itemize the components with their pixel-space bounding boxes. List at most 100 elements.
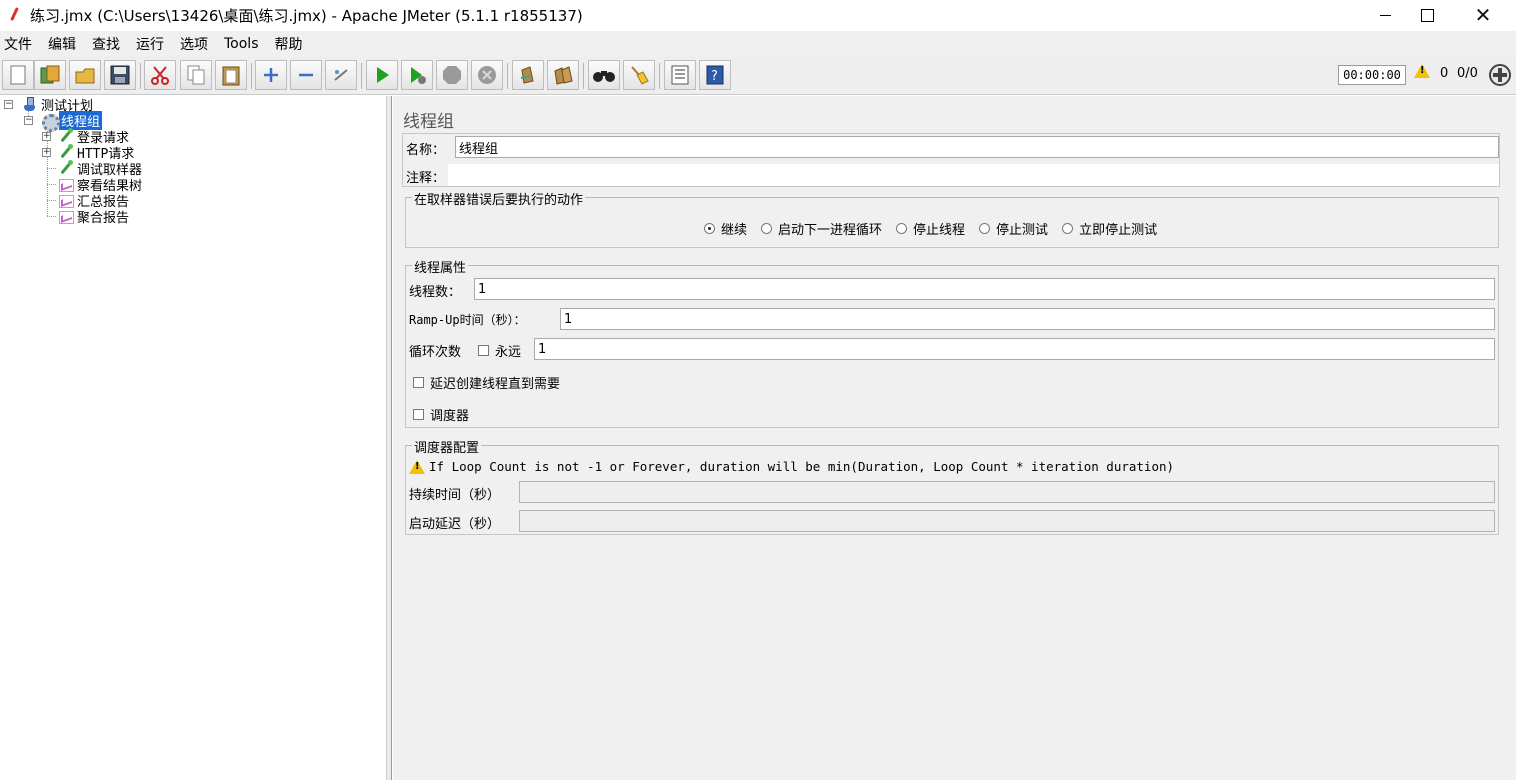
tree-expand-toggle[interactable]: + — [42, 132, 51, 141]
threads-input[interactable]: 1 — [474, 278, 1495, 300]
remote-engines-icon[interactable] — [1489, 64, 1511, 86]
radio-indicator — [896, 223, 908, 234]
start-button[interactable] — [366, 60, 398, 90]
menu-search[interactable]: 查找 — [91, 34, 127, 54]
binoculars-icon — [593, 71, 615, 82]
radio-continue[interactable]: 继续 — [704, 219, 747, 238]
toolbar-separator — [361, 63, 362, 89]
list-icon — [671, 65, 689, 85]
delay-thread-creation-checkbox[interactable]: 延迟创建线程直到需要 — [413, 373, 560, 392]
toolbar-separator — [507, 63, 508, 89]
function-helper-button[interactable] — [664, 60, 696, 90]
stop-button[interactable] — [436, 60, 468, 90]
svg-text:?: ? — [711, 69, 718, 84]
templates-button[interactable] — [34, 60, 66, 90]
tree-node-listener[interactable]: 聚合报告 — [58, 208, 130, 226]
help-button[interactable]: ? — [699, 60, 731, 90]
copy-icon — [187, 65, 205, 85]
menu-file[interactable]: 文件 — [3, 34, 39, 54]
name-input[interactable]: 线程组 — [455, 136, 1499, 158]
jmeter-feather-icon — [8, 7, 22, 23]
toolbar-separator — [583, 63, 584, 89]
toolbar-separator — [251, 63, 252, 89]
pane-splitter[interactable] — [386, 96, 392, 780]
tree-label: 聚合报告 — [77, 210, 130, 226]
tree-expand-toggle[interactable]: + — [42, 148, 51, 157]
tree-collapse-toggle[interactable]: − — [24, 116, 33, 125]
listener-chart-icon — [58, 176, 74, 192]
start-no-pause-icon — [411, 67, 426, 84]
duration-label: 持续时间（秒） — [409, 488, 501, 503]
menu-options[interactable]: 选项 — [179, 34, 215, 54]
test-plan-tree[interactable]: − 测试计划 − 线程组 + 登录请求 + HTTP请求 调试取样器 察看结果树… — [0, 96, 386, 780]
expand-icon — [264, 68, 278, 82]
copy-button[interactable] — [180, 60, 212, 90]
toolbar-separator — [659, 63, 660, 89]
close-button[interactable]: ✕ — [1460, 0, 1506, 30]
maximize-button[interactable] — [1404, 0, 1450, 30]
tree-connector — [47, 216, 56, 217]
collapse-all-button[interactable] — [290, 60, 322, 90]
tree-connector — [47, 200, 56, 201]
tree-collapse-toggle[interactable]: − — [4, 100, 13, 109]
sampler-pipette-icon — [58, 160, 74, 176]
collapse-icon — [299, 73, 313, 77]
radio-label: 启动下一进程循环 — [778, 223, 883, 238]
menu-tools[interactable]: Tools — [223, 36, 266, 52]
menu-run[interactable]: 运行 — [135, 34, 171, 54]
startup-delay-input[interactable] — [519, 510, 1495, 532]
loop-count-input[interactable]: 1 — [534, 338, 1495, 360]
broom-icon — [631, 66, 649, 85]
loop-count-label: 循环次数 — [409, 345, 462, 360]
reset-search-button[interactable] — [623, 60, 655, 90]
radio-label: 停止测试 — [996, 223, 1049, 238]
warning-count: 0 — [1440, 66, 1449, 81]
toggle-button[interactable] — [325, 60, 357, 90]
shutdown-button[interactable] — [471, 60, 503, 90]
start-no-pause-button[interactable] — [401, 60, 433, 90]
radio-indicator — [1062, 223, 1074, 234]
radio-label: 停止线程 — [913, 223, 966, 238]
rampup-input[interactable]: 1 — [560, 308, 1495, 330]
radio-label: 继续 — [721, 223, 748, 238]
checkbox-box — [478, 345, 489, 356]
warning-icon — [409, 459, 425, 474]
templates-icon — [40, 65, 60, 84]
cut-button[interactable] — [144, 60, 176, 90]
shutdown-icon — [478, 66, 496, 84]
name-label: 名称： — [406, 143, 446, 158]
clear-all-button[interactable] — [547, 60, 579, 90]
radio-stop-thread[interactable]: 停止线程 — [896, 219, 965, 238]
clear-button[interactable] — [512, 60, 544, 90]
menu-help[interactable]: 帮助 — [274, 34, 310, 54]
expand-all-button[interactable] — [255, 60, 287, 90]
close-icon: ✕ — [1474, 3, 1492, 27]
forever-label: 永远 — [495, 345, 522, 360]
title-bar: 练习.jmx (C:\Users\13426\桌面\练习.jmx) - Apac… — [0, 0, 1516, 30]
scheduler-checkbox[interactable]: 调度器 — [413, 405, 469, 424]
minimize-button[interactable] — [1362, 0, 1408, 30]
paste-button[interactable] — [215, 60, 247, 90]
duration-input[interactable] — [519, 481, 1495, 503]
cut-icon — [151, 66, 169, 85]
radio-stop-test-now[interactable]: 立即停止测试 — [1062, 219, 1157, 238]
stop-icon — [443, 66, 461, 84]
start-icon — [377, 67, 389, 83]
new-button[interactable] — [2, 60, 34, 90]
rampup-label: Ramp-Up时间（秒）： — [409, 313, 526, 327]
menu-bar: 文件 编辑 查找 运行 选项 Tools 帮助 — [0, 31, 1516, 57]
open-button[interactable] — [69, 60, 101, 90]
listener-chart-icon — [58, 192, 74, 208]
forever-checkbox[interactable]: 永远 — [478, 341, 521, 360]
warning-icon[interactable] — [1414, 64, 1436, 84]
menu-edit[interactable]: 编辑 — [47, 34, 83, 54]
help-icon: ? — [706, 65, 724, 85]
search-button[interactable] — [588, 60, 620, 90]
save-button[interactable] — [104, 60, 136, 90]
clear-all-icon — [554, 66, 573, 85]
panel-title: 线程组 — [403, 112, 454, 132]
comment-input[interactable] — [448, 164, 1499, 186]
radio-start-next-loop[interactable]: 启动下一进程循环 — [761, 219, 882, 238]
radio-stop-test[interactable]: 停止测试 — [979, 219, 1048, 238]
toggle-icon — [334, 69, 348, 81]
